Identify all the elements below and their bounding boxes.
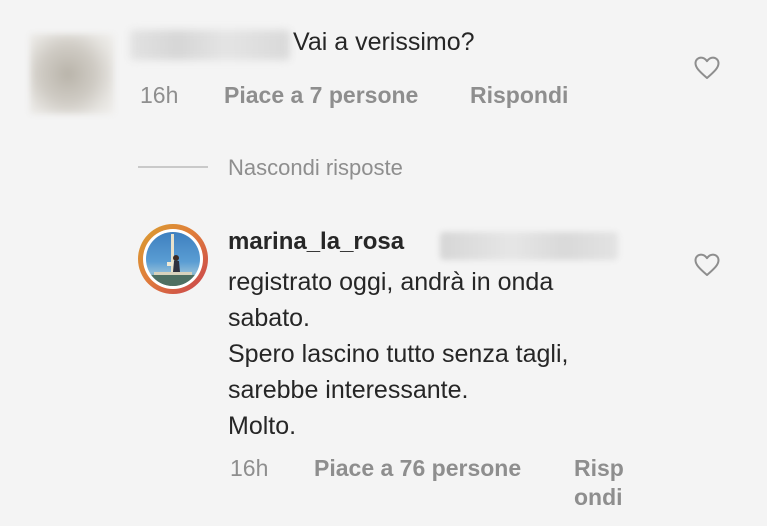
reply-mention-redacted	[440, 232, 618, 260]
reply-text-line: Spero lascino tutto senza tagli,	[228, 340, 569, 368]
reply-username-link[interactable]: marina_la_rosa	[228, 228, 404, 256]
comment-thread: Vai a verissimo? 16h Piace a 7 persone R…	[0, 0, 767, 526]
comment-reply-button[interactable]: Rispondi	[470, 82, 568, 109]
reply-text-line: sarebbe interessante.	[228, 376, 469, 404]
reply-time: 16h	[230, 455, 269, 481]
reply-avatar[interactable]	[138, 224, 208, 294]
comment-text: Vai a verissimo?	[293, 28, 475, 56]
reply-text-line: sabato.	[228, 304, 311, 332]
comment-time: 16h	[140, 82, 179, 108]
hide-replies-divider	[138, 166, 208, 168]
reply-reply-button-line2[interactable]: ondi	[574, 484, 623, 511]
commenter-username-redacted	[130, 30, 290, 60]
reply-reply-button-line1[interactable]: Risp	[574, 455, 624, 482]
reply-likes-link[interactable]: Piace a 76 persone	[314, 455, 521, 482]
avatar-figure-image	[146, 234, 200, 286]
heart-outline-icon[interactable]	[694, 56, 720, 80]
reply-text-line: registrato oggi, andrà in onda	[228, 268, 554, 296]
reply-text-line: Molto.	[228, 412, 297, 440]
heart-outline-icon[interactable]	[694, 253, 720, 277]
commenter-avatar[interactable]	[30, 34, 114, 114]
avatar-photo	[146, 232, 200, 286]
hide-replies-button[interactable]: Nascondi risposte	[228, 155, 403, 181]
reply-text: registrato oggi, andrà in onda sabato. S…	[228, 264, 568, 444]
comment-likes-link[interactable]: Piace a 7 persone	[224, 82, 418, 109]
